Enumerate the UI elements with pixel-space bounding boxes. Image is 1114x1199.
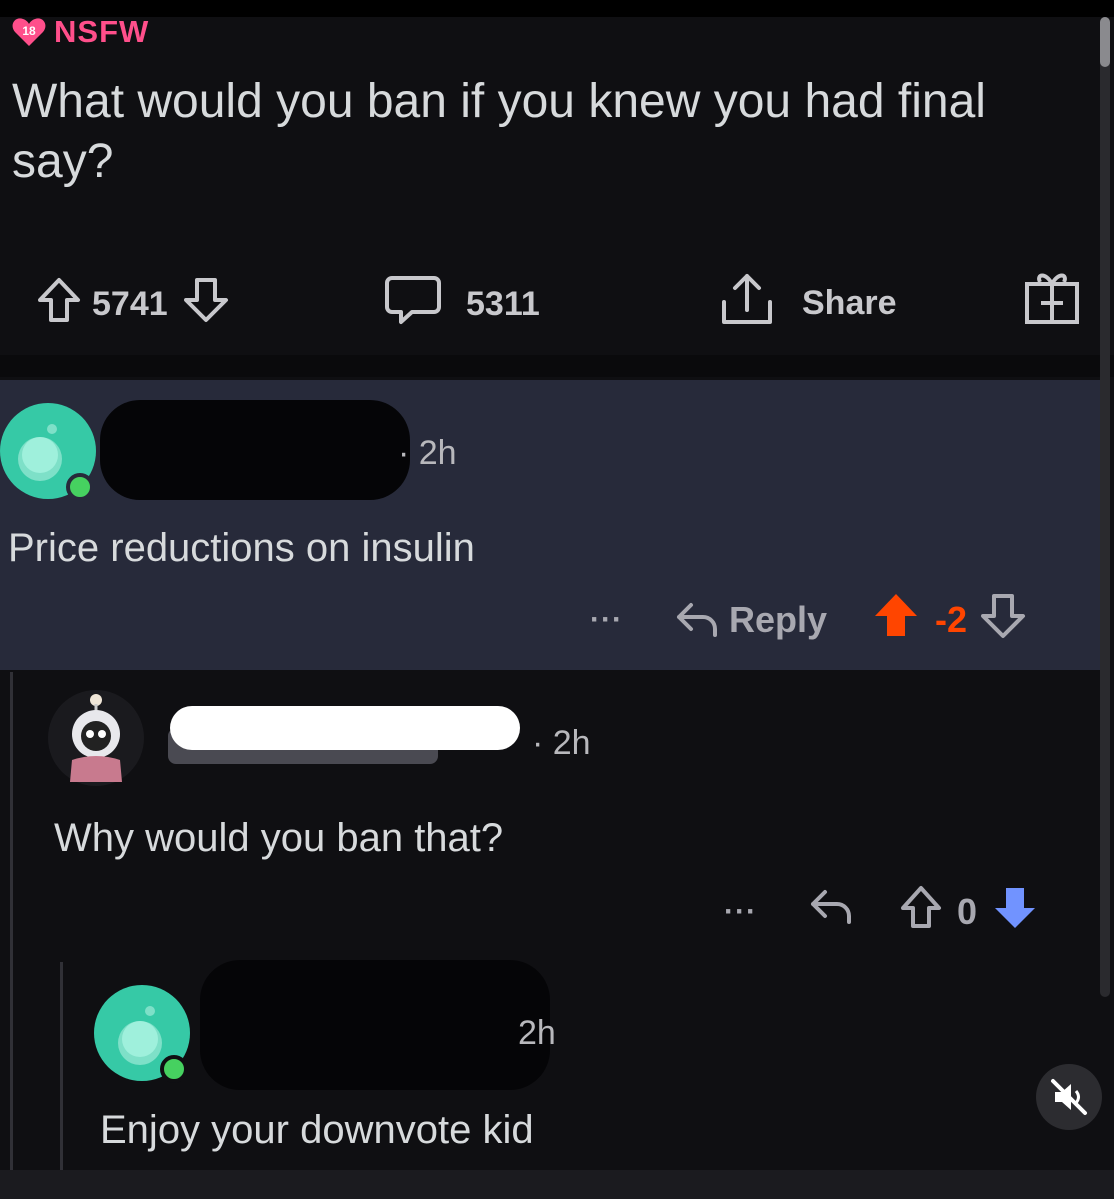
bottom-edge (0, 1170, 1114, 1199)
post-title: What would you ban if you knew you had f… (12, 75, 986, 188)
online-status-icon (160, 1055, 188, 1083)
downvote-icon[interactable] (979, 590, 1027, 649)
reply-icon (676, 602, 717, 637)
comment-count: 5311 (466, 285, 540, 323)
comment-score: 0 (956, 890, 978, 932)
astronaut-avatar-icon[interactable] (48, 690, 144, 786)
comment-time: · 2h (398, 434, 457, 472)
redacted-username (100, 400, 410, 500)
downvote-icon[interactable] (991, 882, 1039, 941)
reply-label: Reply (728, 598, 828, 640)
comment-body: Price reductions on insulin (8, 526, 475, 570)
share-button[interactable]: Share (716, 270, 897, 337)
share-icon (716, 270, 778, 337)
comment-body: Enjoy your downvote kid (100, 1108, 534, 1152)
upvote-icon[interactable] (899, 884, 943, 939)
nsfw-heart-icon: 18 (12, 17, 46, 47)
comment-score: -2 (935, 598, 968, 640)
scrollbar[interactable] (1100, 17, 1110, 997)
comment-controls: ··· 0 (724, 882, 1039, 941)
comment-body: Why would you ban that? (54, 816, 504, 860)
comments-button[interactable]: 5311 (384, 274, 540, 335)
thread-line (10, 672, 13, 1172)
comment-icon (384, 274, 442, 335)
upvote-count: 5741 (92, 285, 168, 323)
comment-time: · 2h (532, 724, 591, 762)
upvote-icon[interactable] (36, 276, 82, 333)
nsfw-label: NSFW (54, 14, 150, 49)
more-icon[interactable]: ··· (724, 895, 757, 929)
section-divider (0, 355, 1114, 377)
top-edge (0, 0, 1114, 17)
share-label: Share (802, 284, 897, 322)
more-icon[interactable]: ··· (590, 603, 623, 637)
mute-button[interactable] (1036, 1064, 1102, 1130)
award-icon (1022, 266, 1082, 335)
downvote-icon[interactable] (178, 276, 234, 333)
vote-group: 5741 (36, 276, 234, 333)
comment-controls: ··· Reply -2 (590, 590, 1027, 649)
mute-icon (1051, 1079, 1087, 1115)
nsfw-tag: 18 NSFW (12, 14, 149, 50)
online-status-icon (66, 473, 94, 501)
post-action-bar: 5741 5311 Share (0, 262, 1100, 337)
upvote-icon[interactable] (871, 590, 921, 649)
redacted-username (200, 960, 550, 1090)
redaction-scribble (170, 706, 520, 750)
award-button[interactable] (1022, 266, 1082, 335)
thread-line (60, 962, 63, 1172)
reply-icon[interactable] (807, 886, 855, 937)
svg-text:18: 18 (22, 24, 36, 38)
comment-time: 2h (518, 1014, 556, 1052)
scrollbar-thumb[interactable] (1100, 17, 1110, 67)
reply-button[interactable]: Reply (673, 599, 827, 641)
